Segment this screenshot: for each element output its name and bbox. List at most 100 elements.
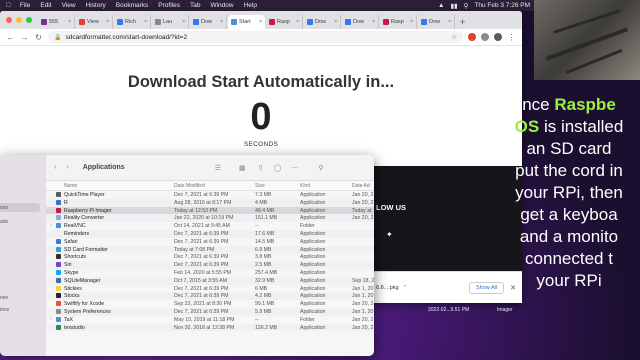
- sidebar-item[interactable]: rive: [0, 295, 8, 301]
- twitter-icon[interactable]: ✦: [386, 230, 393, 239]
- battery-icon[interactable]: ▮▮: [450, 2, 457, 10]
- zoom-window-button[interactable]: [26, 17, 32, 23]
- menu-view[interactable]: View: [57, 2, 81, 9]
- forward-arrow-icon[interactable]: →: [20, 33, 29, 42]
- minimize-window-button[interactable]: [16, 17, 22, 23]
- tab-close-icon[interactable]: ×: [448, 19, 451, 25]
- browser-tab[interactable]: 555 ×: [38, 15, 75, 29]
- extension-icon[interactable]: [468, 33, 476, 41]
- browser-tab[interactable]: Rasp ×: [380, 15, 417, 29]
- back-arrow-icon[interactable]: ←: [6, 33, 15, 42]
- browser-tab[interactable]: Lau ×: [152, 15, 189, 29]
- file-row[interactable]: Stocks Dec 7, 2021 at 6:39 PM 4.2 MB Applic…: [46, 292, 374, 301]
- menu-edit[interactable]: Edit: [35, 2, 56, 9]
- tab-close-icon[interactable]: ×: [220, 19, 223, 25]
- back-chevron-icon[interactable]: ‹: [54, 164, 56, 171]
- tab-close-icon[interactable]: ×: [410, 19, 413, 25]
- file-row[interactable]: › RealVNC Oct 14, 2021 at 9:45 AM -- Folder: [46, 222, 374, 230]
- browser-tab[interactable]: Rich ×: [114, 15, 151, 29]
- menu-bookmarks[interactable]: Bookmarks: [111, 2, 154, 9]
- file-row[interactable]: Reminders Dec 7, 2021 at 6:39 PM 17.6 MB Ap…: [46, 229, 374, 238]
- file-size: 4.2 MB: [255, 293, 272, 300]
- tab-close-icon[interactable]: ×: [296, 19, 299, 25]
- column-size[interactable]: Size: [255, 183, 265, 189]
- tab-close-icon[interactable]: ×: [68, 19, 71, 25]
- menu-tab[interactable]: Tab: [185, 2, 205, 9]
- share-icon[interactable]: ⇧: [258, 164, 264, 172]
- close-window-button[interactable]: [6, 17, 12, 23]
- file-row[interactable]: Safari Dec 7, 2021 at 6:39 PM 14.5 MB Appli…: [46, 238, 374, 246]
- chevron-up-icon[interactable]: ⌃: [403, 285, 408, 291]
- browser-tab[interactable]: View ×: [76, 15, 113, 29]
- column-date-added[interactable]: Date Ad: [352, 183, 370, 189]
- file-row[interactable]: Shortcuts Dec 7, 2021 at 6:39 PM 3.8 MB App…: [46, 253, 374, 261]
- download-filename[interactable]: 6.8....pkg: [376, 285, 399, 291]
- menubar-clock[interactable]: Thu Feb 3 7:26 PM: [474, 2, 530, 9]
- address-bar[interactable]: 🔒 sdcardformatter.com/start-download/?id…: [48, 31, 463, 43]
- file-row[interactable]: Siri Dec 7, 2021 at 6:39 PM 2.5 MB Applicat…: [46, 261, 374, 269]
- menu-help[interactable]: Help: [239, 2, 262, 9]
- more-menu-icon[interactable]: ⋮: [507, 33, 516, 42]
- wifi-icon[interactable]: ▲: [438, 2, 444, 9]
- file-date-added: Jan 1, 20: [352, 308, 374, 315]
- new-tab-button[interactable]: +: [456, 15, 469, 29]
- sidebar-item[interactable]: ions: [0, 307, 9, 313]
- profile-avatar-icon[interactable]: [494, 33, 502, 41]
- file-row[interactable]: texstudio Nov 30, 2018 at 12:38 PM 126.2 M…: [46, 323, 374, 332]
- forward-chevron-icon[interactable]: ›: [66, 164, 68, 171]
- file-row[interactable]: R Aug 28, 2016 at 8:17 PM 4 MB Application J…: [46, 198, 374, 207]
- browser-tab[interactable]: Dow ×: [342, 15, 379, 29]
- file-row[interactable]: SQLiteManager Oct 7, 2015 at 3:55 AM 32.9 …: [46, 276, 374, 285]
- reload-icon[interactable]: ↻: [34, 33, 43, 42]
- file-name: Raspberry Pi Imager: [64, 207, 112, 214]
- menu-history[interactable]: History: [81, 2, 111, 9]
- file-row[interactable]: Reality Converter Jan 22, 2020 at 10:19 P…: [46, 214, 374, 223]
- file-row[interactable]: Stickies Dec 7, 2021 at 6:39 PM 6 MB Applic…: [46, 285, 374, 293]
- desktop-file-label[interactable]: Imager: [497, 307, 513, 313]
- column-date-modified[interactable]: Date Modified: [174, 183, 205, 189]
- desktop-file-label[interactable]: 2022-02...9.51 PM: [428, 307, 469, 313]
- tab-close-icon[interactable]: ×: [334, 19, 337, 25]
- column-kind[interactable]: Kind: [300, 183, 310, 189]
- browser-tab-active[interactable]: Start ×: [228, 15, 265, 29]
- column-name[interactable]: Name: [64, 183, 77, 189]
- tag-icon[interactable]: ◯: [273, 164, 281, 172]
- search-icon[interactable]: ⚲: [464, 2, 469, 10]
- file-date-added: Jan 1, 20: [352, 285, 374, 292]
- sidebar-item[interactable]: ons: [0, 205, 8, 211]
- list-view-icon[interactable]: ☰: [215, 164, 221, 172]
- file-row[interactable]: QuickTime Player Dec 7, 2021 at 6:39 PM 7.…: [46, 191, 374, 199]
- bookmark-star-icon[interactable]: ☆: [451, 33, 457, 41]
- group-view-icon[interactable]: ▦: [239, 164, 246, 172]
- tab-close-icon[interactable]: ×: [259, 19, 262, 25]
- lock-icon[interactable]: 🔒: [54, 34, 61, 41]
- menu-window[interactable]: Window: [205, 2, 238, 9]
- file-row[interactable]: Swiftify for Xcode Sep 23, 2021 at 8:30 P…: [46, 300, 374, 308]
- file-row[interactable]: › TaX May 10, 2019 at 11:18 PM -- Folder Jan …: [46, 316, 374, 324]
- menu-profiles[interactable]: Profiles: [153, 2, 185, 9]
- tab-close-icon[interactable]: ×: [106, 19, 109, 25]
- file-date-modified: Dec 7, 2021 at 6:39 PM: [174, 192, 229, 198]
- tab-close-icon[interactable]: ×: [372, 19, 375, 25]
- tab-close-icon[interactable]: ×: [144, 19, 147, 25]
- apple-menu-icon[interactable]: : [0, 2, 15, 9]
- browser-tab[interactable]: Dow ×: [304, 15, 341, 29]
- file-row[interactable]: Skype Feb 14, 2020 at 5:55 PM 257.4 MB Appl…: [46, 269, 374, 277]
- file-row[interactable]: SD Card Formatter Today at 7:08 PM 6.9 MB A…: [46, 245, 374, 254]
- browser-tab[interactable]: Rasp ×: [266, 15, 303, 29]
- disclosure-chevron-icon[interactable]: ›: [50, 316, 52, 322]
- sidebar-item[interactable]: ads: [0, 219, 8, 225]
- tab-close-icon[interactable]: ×: [182, 19, 185, 25]
- extension-icon[interactable]: [481, 33, 489, 41]
- disclosure-chevron-icon[interactable]: ›: [50, 222, 52, 228]
- file-name: R: [64, 199, 68, 206]
- action-menu-icon[interactable]: ⋯: [291, 164, 298, 172]
- file-row[interactable]: Raspberry Pi Imager Today at 12:53 PM 48.4…: [46, 206, 374, 215]
- file-row[interactable]: System Preferences Dec 7, 2021 at 6:39 PM…: [46, 307, 374, 316]
- menu-file[interactable]: File: [15, 2, 35, 9]
- tab-label: Dow: [315, 19, 327, 25]
- browser-tab[interactable]: Dow ×: [190, 15, 227, 29]
- search-icon[interactable]: ⚲: [318, 164, 323, 172]
- browser-tab[interactable]: Dow ×: [418, 15, 455, 29]
- file-kind: Application: [300, 246, 326, 253]
